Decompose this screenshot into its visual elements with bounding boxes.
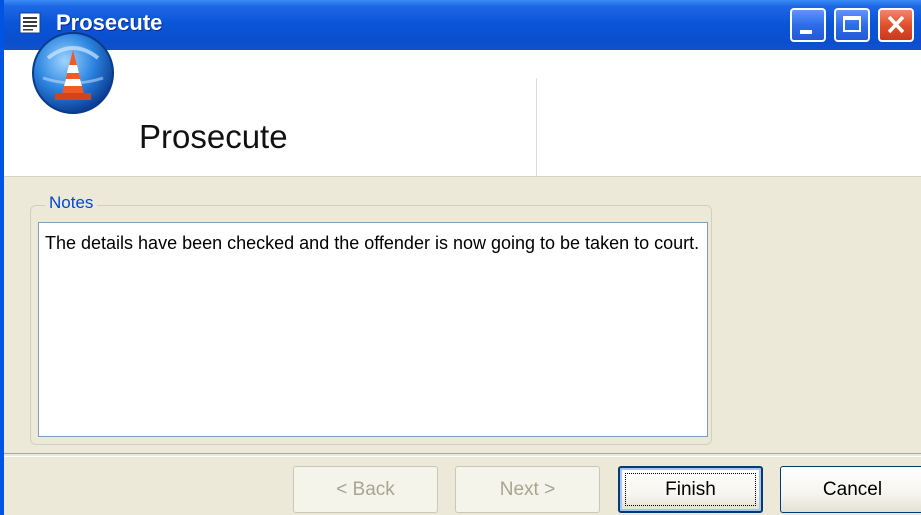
minimize-button[interactable]	[790, 8, 826, 42]
notes-label: Notes	[45, 193, 98, 213]
minimize-icon	[800, 30, 812, 34]
back-button-label: < Back	[336, 478, 395, 500]
finish-button[interactable]: Finish	[618, 466, 763, 513]
notes-textarea[interactable]: The details have been checked and the of…	[38, 222, 708, 437]
maximize-button[interactable]	[834, 8, 870, 42]
prosecute-dialog: Prosecute Prosecute Notes The details ha…	[0, 0, 921, 515]
close-button[interactable]	[878, 8, 914, 42]
maximize-icon	[843, 16, 861, 32]
close-icon	[887, 15, 905, 34]
page-title: Prosecute	[139, 118, 288, 155]
next-button-label: Next >	[499, 478, 556, 500]
next-button[interactable]: Next >	[455, 466, 600, 513]
cancel-button[interactable]: Cancel	[780, 466, 921, 513]
footer-divider	[4, 453, 921, 457]
back-button[interactable]: < Back	[293, 466, 438, 513]
title-bar[interactable]: Prosecute	[4, 0, 921, 50]
focus-ring	[625, 473, 756, 506]
cancel-button-label: Cancel	[822, 478, 883, 500]
header-divider	[536, 78, 537, 176]
dialog-header: Prosecute	[4, 32, 921, 177]
traffic-cone-icon	[32, 32, 114, 114]
